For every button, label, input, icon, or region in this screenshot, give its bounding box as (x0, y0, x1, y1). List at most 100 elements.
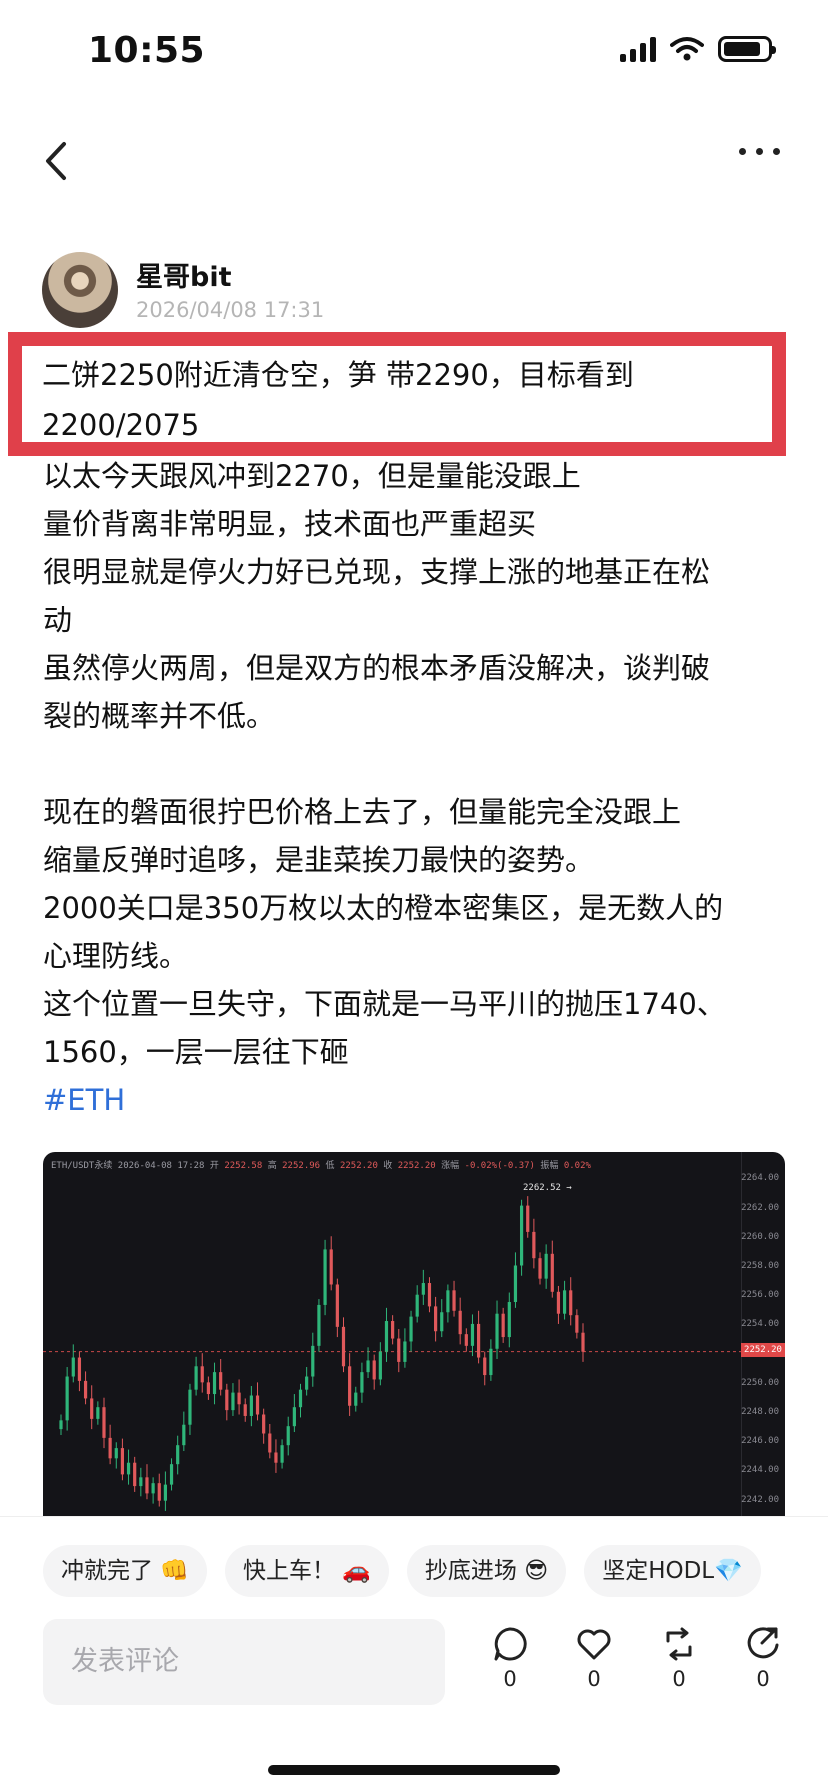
candle (194, 1356, 198, 1396)
candle (378, 1342, 382, 1386)
author-name[interactable]: 星哥bit (136, 255, 232, 294)
repost-button[interactable]: 0 (654, 1625, 704, 1691)
candle (249, 1386, 253, 1427)
heart-icon (577, 1629, 611, 1660)
amplitude-label: 振幅 (540, 1161, 559, 1171)
candle (440, 1299, 444, 1338)
candle (133, 1456, 137, 1492)
candle (519, 1199, 524, 1276)
battery-icon (718, 36, 776, 62)
more-options-icon[interactable] (739, 148, 780, 155)
candle (526, 1196, 530, 1238)
candle (538, 1252, 542, 1285)
home-indicator (268, 1765, 560, 1775)
candle (71, 1344, 75, 1383)
candle (280, 1439, 284, 1469)
comment-button[interactable]: 0 (485, 1625, 535, 1691)
candle (77, 1351, 82, 1392)
candle (145, 1464, 149, 1500)
post-body: 以太今天跟风冲到2270，但是量能没跟上 量价背离非常明显，技术面也严重超买 很… (43, 452, 783, 1124)
reaction-chip[interactable]: 抄底进场 😎 (406, 1545, 567, 1597)
open-label: 开 (209, 1161, 219, 1171)
candle (335, 1278, 339, 1338)
candle (188, 1383, 192, 1435)
comment-count: 0 (503, 1667, 517, 1691)
change-label: 涨幅 (441, 1161, 460, 1171)
highlight-line-2: 2200/2075 (42, 408, 200, 438)
candle (317, 1299, 321, 1352)
candle (501, 1307, 505, 1343)
share-count: 0 (756, 1667, 770, 1691)
comment-input[interactable]: 发表评论 (43, 1619, 445, 1705)
candle (427, 1277, 432, 1313)
candle (495, 1300, 499, 1359)
status-time: 10:55 (88, 30, 206, 71)
last-price-tag: 2252.20 (741, 1343, 785, 1357)
back-chevron-icon[interactable] (38, 136, 78, 186)
chart-time: 2026-04-08 17:28 (117, 1161, 205, 1171)
candle (231, 1383, 235, 1416)
price-tick-label: 2262.00 (741, 1202, 779, 1213)
candle (452, 1280, 456, 1317)
price-chart-image[interactable]: ETH/USDT永续 2026-04-08 17:28 开 2252.58 高 … (43, 1152, 785, 1516)
candle (268, 1424, 272, 1459)
wifi-icon (670, 37, 704, 61)
candle (507, 1292, 511, 1348)
reaction-chip[interactable]: 冲就完了 👊 (43, 1545, 207, 1597)
price-tick-label: 2248.00 (741, 1407, 779, 1418)
candle (311, 1332, 315, 1387)
price-tick-label: 2264.00 (741, 1173, 779, 1184)
candle (458, 1297, 462, 1345)
candle (434, 1296, 438, 1342)
price-tick-label: 2258.00 (741, 1260, 779, 1271)
post-paragraph: 以太今天跟风冲到2270，但是量能没跟上 (43, 459, 581, 493)
price-tick-label: 2250.00 (741, 1377, 779, 1388)
candle (409, 1310, 413, 1352)
like-button[interactable]: 0 (569, 1625, 619, 1691)
high-marker-label: 2262.52 → (523, 1183, 572, 1193)
candle (243, 1398, 247, 1422)
candle (108, 1424, 112, 1465)
high-label: 高 (267, 1161, 277, 1171)
candle (575, 1309, 579, 1339)
candle (255, 1382, 260, 1421)
candle (298, 1383, 303, 1418)
candle (65, 1367, 69, 1431)
share-button[interactable]: 0 (738, 1625, 788, 1691)
post-paragraph: 现在的磐面很拧巴价格上去了，但量能完全没跟上 (43, 795, 682, 829)
battery-level (724, 42, 760, 56)
post-paragraph: 缩量反弹时追哆，是韭菜挨刀最快的姿势。 (43, 843, 595, 877)
author-avatar[interactable] (42, 252, 118, 328)
candle (114, 1442, 118, 1469)
post-paragraph: 2000关口是350万枚以太的橙本密集区，是无数人的 心理防线。 (43, 891, 724, 973)
candle (182, 1411, 186, 1452)
close-value: 2252.20 (397, 1161, 436, 1171)
candle (120, 1438, 125, 1481)
candle (59, 1414, 63, 1435)
price-tick-label: 2244.00 (741, 1465, 779, 1476)
open-value: 2252.58 (224, 1161, 263, 1171)
price-tick-label: 2260.00 (741, 1231, 779, 1242)
candle (286, 1416, 290, 1456)
candle (556, 1285, 561, 1324)
candle (581, 1323, 585, 1362)
price-tick-label: 2256.00 (741, 1290, 779, 1301)
candle (489, 1339, 493, 1381)
close-label: 收 (383, 1161, 393, 1171)
candle (372, 1354, 376, 1390)
amplitude-value: 0.02% (563, 1161, 591, 1171)
candle (348, 1353, 352, 1416)
reaction-chip[interactable]: 快上车！ 🚗 (224, 1545, 389, 1597)
reaction-chip[interactable]: 坚定HODL💎 (584, 1545, 761, 1597)
candle (341, 1317, 346, 1373)
low-label: 低 (325, 1161, 335, 1171)
highlighted-text-block: 二饼2250附近清仓空，笋 带2290，目标看到 2200/2075 (32, 350, 768, 438)
hashtag-link[interactable]: #ETH (43, 1076, 783, 1124)
candle (415, 1285, 419, 1323)
candle (96, 1401, 100, 1425)
candle (360, 1362, 364, 1403)
candle (532, 1218, 536, 1269)
candle (169, 1458, 174, 1491)
candle (163, 1471, 167, 1511)
